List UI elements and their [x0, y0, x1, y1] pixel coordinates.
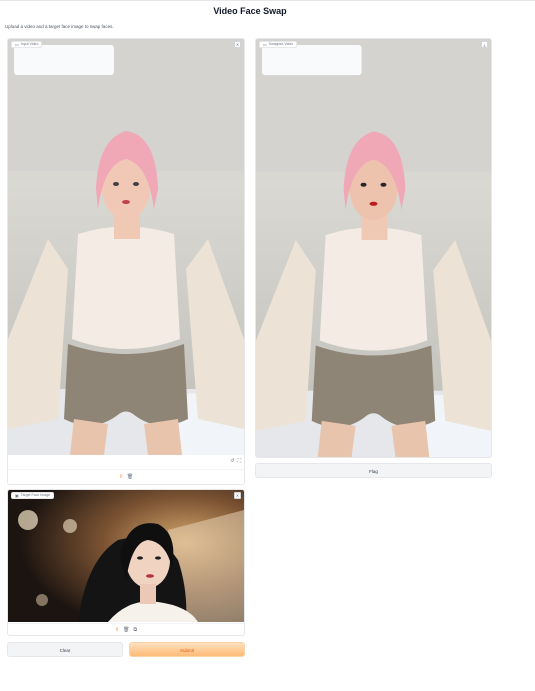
image-icon: ▣ [15, 493, 19, 498]
input-video-footer: ⇪ 🗑 [8, 469, 244, 484]
input-video-player[interactable]: ⓘ 0:00 / 0:15 [8, 39, 244, 455]
close-icon[interactable]: ✕ [234, 41, 241, 48]
target-face-footer: ⇪ 🗑 ⧉ [8, 623, 244, 635]
close-icon[interactable]: ✕ [234, 492, 241, 499]
input-video-frame [8, 39, 244, 455]
video-time-overlay: ⓘ 0:00 / 0:15 [18, 446, 40, 450]
download-icon[interactable]: ⤓ [481, 41, 488, 48]
target-face-panel: ▣ Target Face Image ✕ ⇪ 🗑 ⧉ [7, 489, 245, 636]
target-face-picture [8, 490, 244, 622]
trash-icon[interactable]: 🗑 [127, 474, 133, 480]
swapped-video-label-text: Swapped Video [268, 42, 294, 46]
target-face-label: ▣ Target Face Image [11, 492, 54, 499]
video-control-bar: ↺ ⛶ [8, 457, 244, 465]
submit-button[interactable]: Submit [129, 642, 245, 657]
clear-button[interactable]: Clear [7, 642, 123, 657]
top-border [0, 0, 535, 1]
page-description: Upload a video and a target face image t… [5, 24, 114, 29]
target-face-image[interactable] [8, 490, 244, 622]
input-video-label-text: Input Video [20, 42, 39, 46]
copy-icon[interactable]: ⧉ [133, 627, 137, 633]
trash-icon[interactable]: 🗑 [123, 627, 129, 633]
swapped-video-frame [256, 39, 491, 457]
swapped-video-label: ▭ Swapped Video [259, 41, 298, 48]
flag-button[interactable]: Flag [255, 463, 492, 478]
upload-icon[interactable]: ⇪ [119, 474, 123, 480]
video-icon: ▭ [15, 42, 19, 47]
swapped-video-player[interactable] [256, 39, 491, 457]
input-video-label: ▭ Input Video [11, 41, 43, 48]
swapped-video-panel: ▭ Swapped Video ⤓ [255, 38, 492, 458]
page-title: Video Face Swap [213, 6, 287, 16]
upload-icon[interactable]: ⇪ [115, 627, 119, 633]
crop-icon[interactable]: ⛶ [237, 458, 241, 464]
video-icon: ▭ [263, 42, 267, 47]
input-video-panel: ▭ Input Video ✕ ⓘ 0:00 / 0:15 ↺ ⛶ ⇪ 🗑 [7, 38, 245, 485]
undo-icon[interactable]: ↺ [230, 458, 234, 464]
target-face-label-text: Target Face Image [20, 493, 50, 497]
